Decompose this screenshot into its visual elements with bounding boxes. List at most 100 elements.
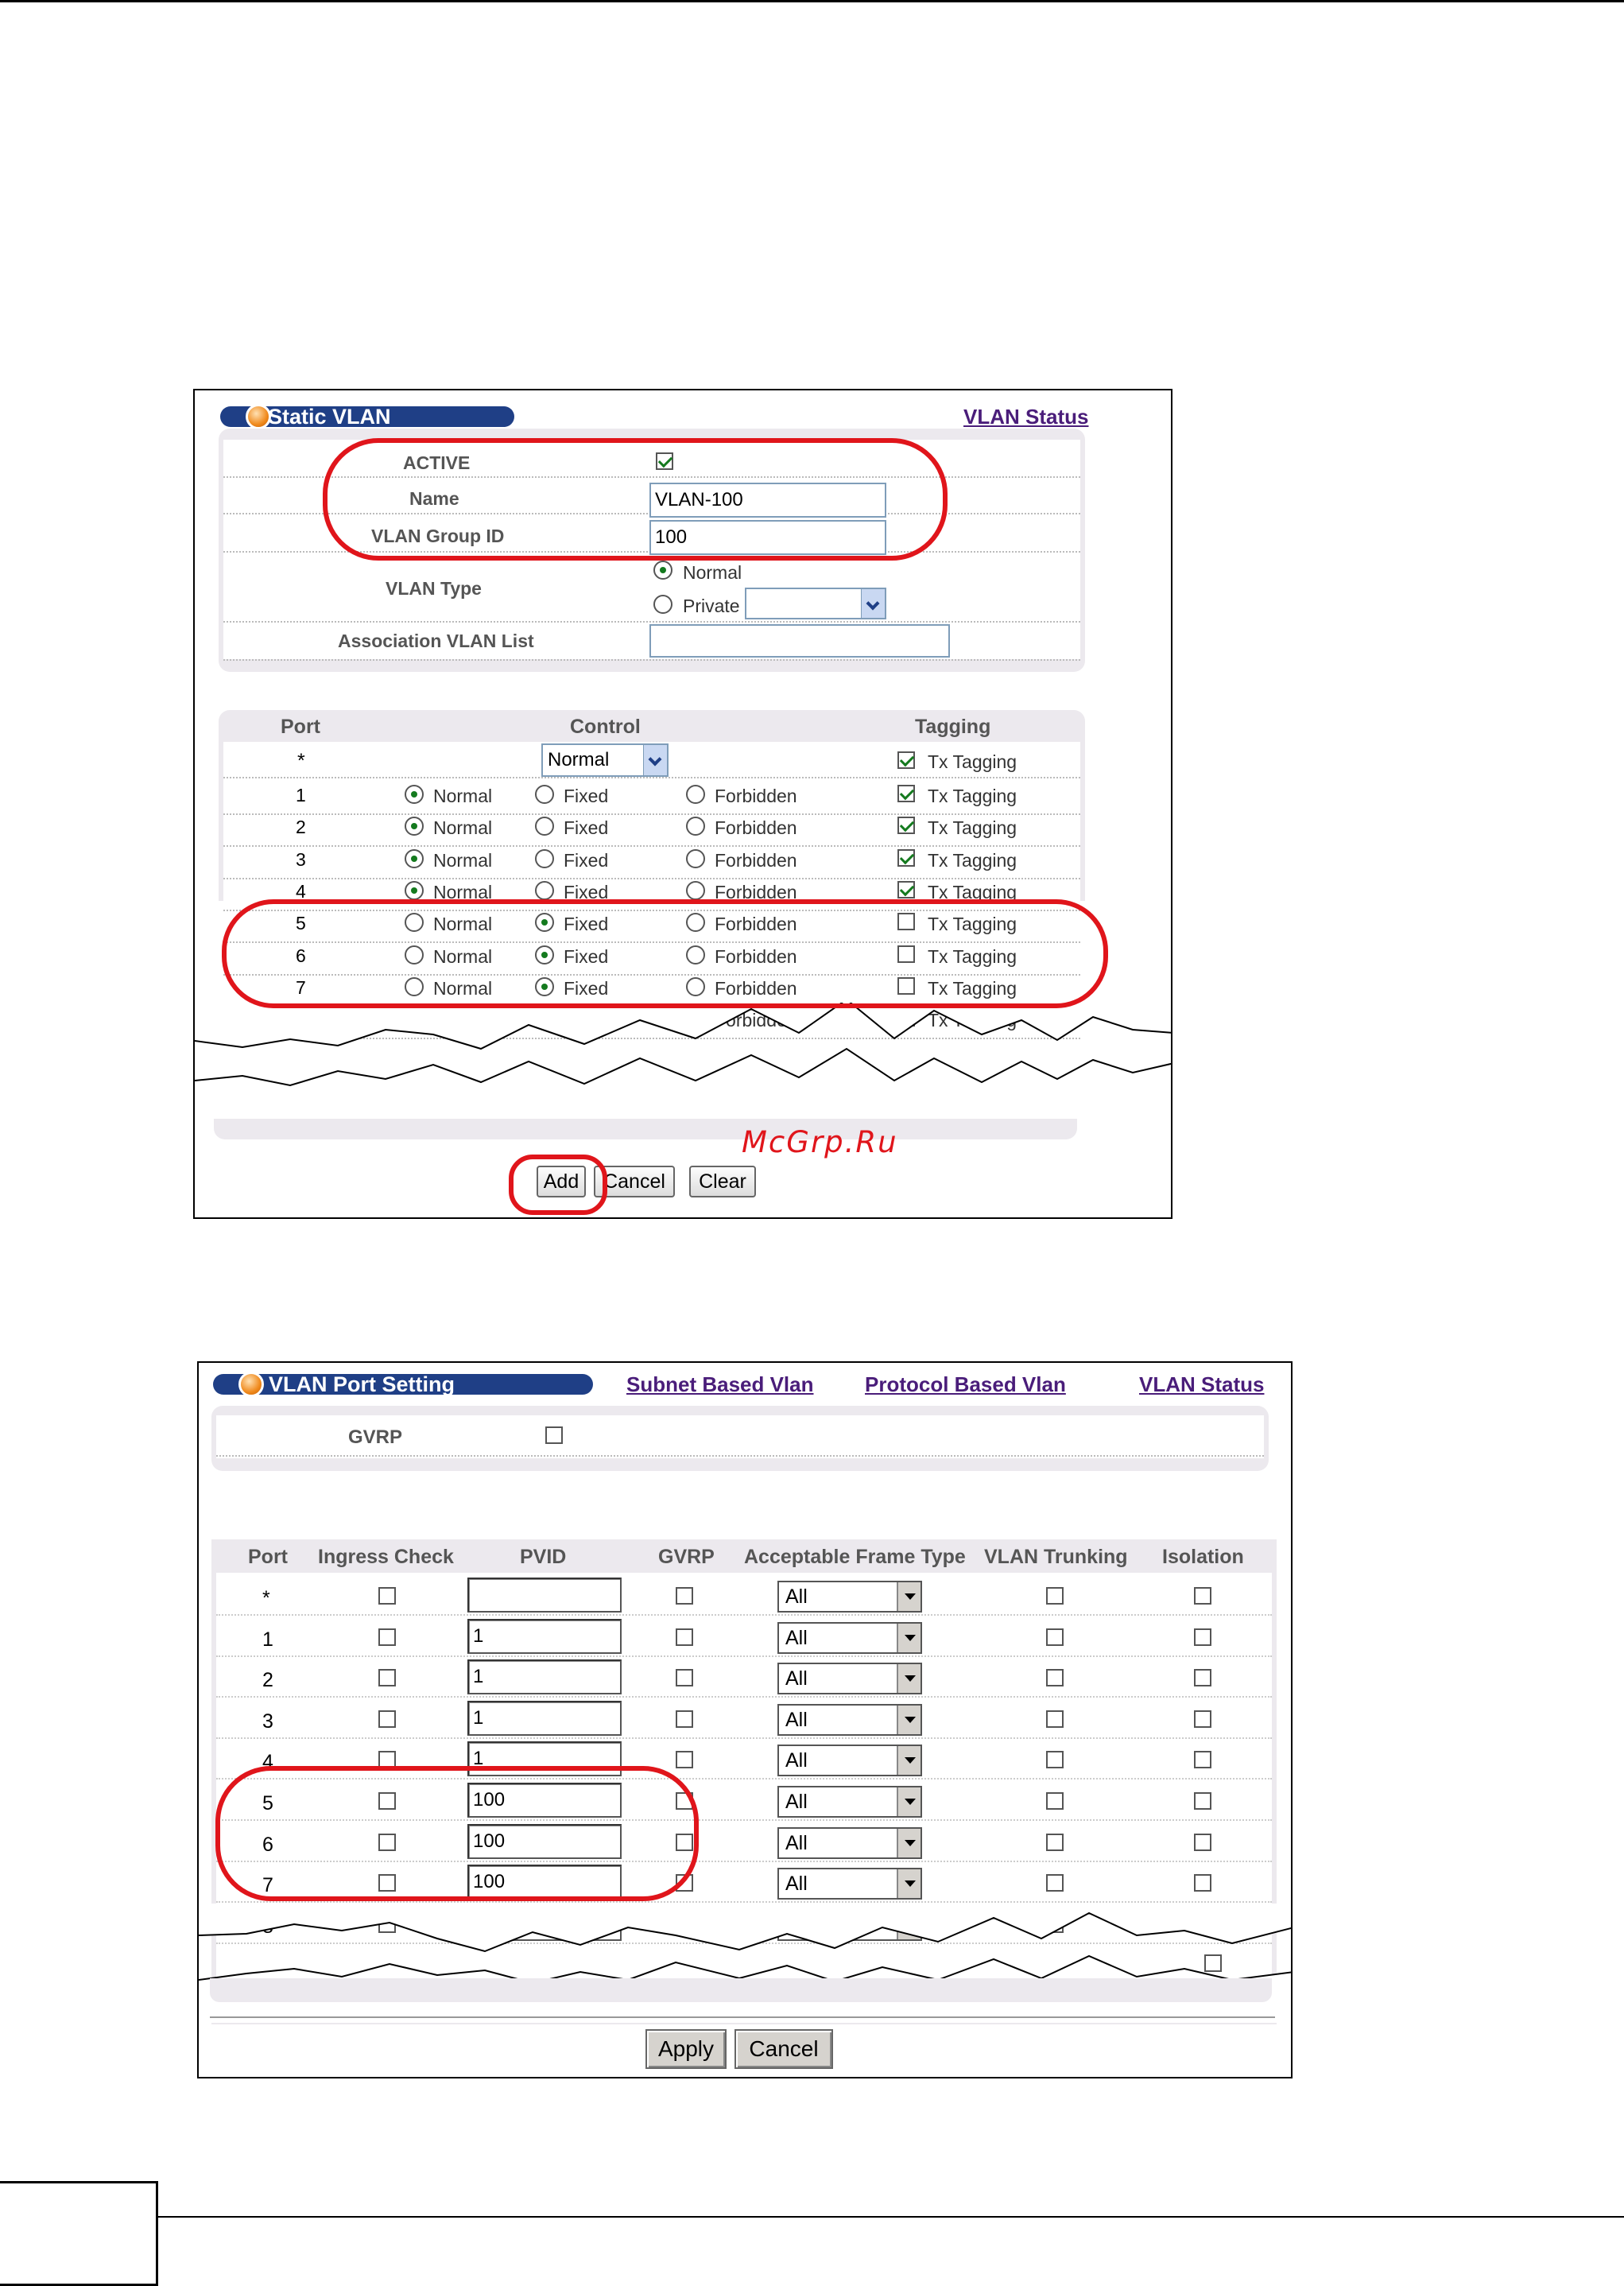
gvrp-global-checkbox[interactable] [545,1426,563,1444]
page-number-box [0,2181,158,2286]
sv-port-tx-tagging-checkbox[interactable] [897,785,915,802]
col-control-header: Control [570,716,641,738]
sv-port-tx-tagging-checkbox[interactable] [897,817,915,834]
all-tx-tagging-text: Tx Tagging [928,751,1017,772]
chevron-down-icon [897,1869,921,1898]
ps-frame-type-select[interactable]: All [777,1745,922,1776]
ps-frame-type-value: All [785,1627,808,1649]
ps-vlan-trunking-checkbox[interactable] [1046,1710,1064,1728]
sv-port-fixed-radio[interactable] [535,817,554,836]
sv-port-forbidden-radio[interactable] [686,881,705,900]
port-setting-title-bar: VLAN Port Setting [213,1372,593,1397]
ps-frame-type-select[interactable]: All [777,1704,922,1736]
sv-port-forbidden-text: Forbidden [715,817,797,838]
sv-port-normal-radio[interactable] [405,785,424,804]
ps-port-number: 1 [262,1628,273,1651]
bulb-icon [238,1372,264,1397]
ps-frame-type-select[interactable]: All [777,1622,922,1654]
ps-ingress-check-checkbox[interactable] [378,1669,396,1686]
ps-frame-type-value: All [785,1667,808,1690]
vlan-type-label: VLAN Type [386,578,482,599]
ps-isolation-checkbox[interactable] [1194,1710,1211,1728]
sv-port-fixed-text: Fixed [564,817,609,838]
ps-ingress-check-checkbox[interactable] [378,1587,396,1605]
ps-vlan-trunking-checkbox[interactable] [1046,1751,1064,1768]
footer-rule [157,2216,1624,2218]
ps-gvrp-checkbox[interactable] [676,1669,693,1686]
sv-port-forbidden-radio[interactable] [686,785,705,804]
sv-port-normal-radio[interactable] [405,817,424,836]
cancel-button-2[interactable]: Cancel [734,2029,833,2069]
ps-vlan-trunking-checkbox[interactable] [1046,1628,1064,1646]
isolation-checkbox-extra[interactable] [1204,1954,1222,1972]
ps-isolation-checkbox[interactable] [1194,1628,1211,1646]
ps-vlan-trunking-checkbox[interactable] [1046,1874,1064,1892]
ps-isolation-checkbox[interactable] [1194,1669,1211,1686]
ps-pvid-input[interactable]: 1 [467,1659,622,1694]
ps-header-3: GVRP [658,1546,715,1568]
private-vlan-select[interactable] [745,588,886,619]
ps-gvrp-checkbox[interactable] [676,1710,693,1728]
ps-pvid-input[interactable] [467,1578,622,1613]
vlan-status-link[interactable]: VLAN Status [963,405,1088,429]
sv-port-fixed-radio[interactable] [535,849,554,868]
ps-isolation-checkbox[interactable] [1194,1751,1211,1768]
ps-ingress-check-checkbox[interactable] [378,1628,396,1646]
ps-frame-type-value: All [785,1791,808,1813]
ps-gvrp-checkbox[interactable] [676,1587,693,1605]
ps-gvrp-checkbox[interactable] [676,1751,693,1768]
ps-header-1: Ingress Check [318,1546,454,1568]
ps-isolation-checkbox[interactable] [1194,1792,1211,1810]
ps-gvrp-checkbox[interactable] [676,1628,693,1646]
ps-vlan-trunking-checkbox[interactable] [1046,1587,1064,1605]
ps-vlan-trunking-checkbox[interactable] [1046,1834,1064,1851]
sv-port-normal-text: Normal [433,786,493,806]
ps-isolation-checkbox[interactable] [1194,1874,1211,1892]
sv-port-normal-radio[interactable] [405,849,424,868]
ps-ingress-check-checkbox[interactable] [378,1710,396,1728]
vlan-type-normal-radio[interactable] [653,561,672,580]
subnet-based-vlan-link[interactable]: Subnet Based Vlan [626,1372,814,1397]
ps-isolation-checkbox[interactable] [1194,1834,1211,1851]
ps-frame-type-value: All [785,1709,808,1731]
apply-button[interactable]: Apply [645,2029,727,2069]
all-row-port: * [297,750,305,772]
highlight-oval-settings [323,438,948,561]
protocol-based-vlan-link[interactable]: Protocol Based Vlan [865,1372,1066,1397]
sv-port-fixed-radio[interactable] [535,785,554,804]
all-tx-tagging-checkbox[interactable] [897,751,915,769]
sv-port-forbidden-radio[interactable] [686,849,705,868]
ps-frame-type-value: All [785,1749,808,1772]
sv-port-tx-tagging-checkbox[interactable] [897,849,915,867]
sv-port-normal-radio[interactable] [405,881,424,900]
ps-frame-type-select[interactable]: All [777,1868,922,1900]
chevron-down-icon [897,1624,921,1652]
ps-vlan-trunking-checkbox[interactable] [1046,1792,1064,1810]
highlight-oval-pvid [215,1766,699,1901]
association-vlan-list-label: Association VLAN List [338,631,534,651]
ps-port-number: 3 [262,1710,273,1733]
sv-port-forbidden-radio[interactable] [686,817,705,836]
watermark: McGrp.Ru [742,1125,898,1159]
clear-button[interactable]: Clear [689,1166,756,1197]
chevron-down-icon [897,1787,921,1816]
ps-frame-type-select[interactable]: All [777,1663,922,1694]
ps-header-5: VLAN Trunking [984,1546,1128,1568]
all-control-select[interactable]: Normal [541,743,669,777]
ps-frame-type-select[interactable]: All [777,1581,922,1613]
highlight-oval-add [509,1155,607,1215]
ps-header-6: Isolation [1162,1546,1244,1568]
sv-port-tx-tagging-checkbox[interactable] [897,881,915,898]
ps-pvid-input[interactable]: 1 [467,1619,622,1654]
col-port-header: Port [281,716,320,738]
association-vlan-list-input[interactable] [649,624,950,658]
sv-port-fixed-radio[interactable] [535,881,554,900]
ps-pvid-input[interactable]: 1 [467,1701,622,1736]
ps-vlan-trunking-checkbox[interactable] [1046,1669,1064,1686]
vlan-type-private-radio[interactable] [653,595,672,614]
sv-port-normal-text: Normal [433,850,493,871]
ps-isolation-checkbox[interactable] [1194,1587,1211,1605]
ps-frame-type-select[interactable]: All [777,1827,922,1859]
ps-frame-type-select[interactable]: All [777,1786,922,1818]
vlan-status-link-2[interactable]: VLAN Status [1139,1372,1264,1397]
